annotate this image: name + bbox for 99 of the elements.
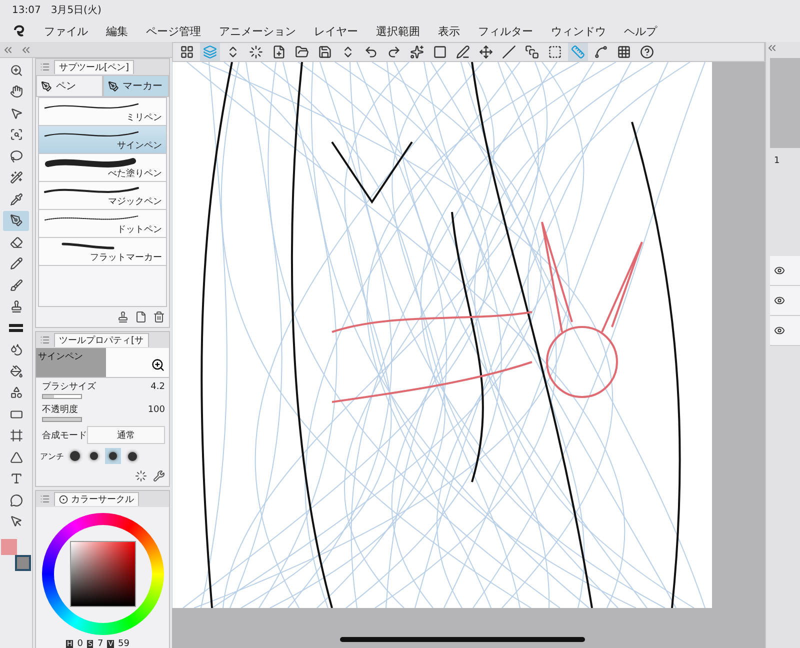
select-tool-icon [10, 128, 22, 142]
menu-item[interactable]: ファイル [44, 24, 88, 38]
panel-tab[interactable]: ツールプロパティ[サ [54, 333, 149, 347]
pen-tool-icon [10, 214, 22, 228]
layer-row[interactable] [770, 286, 800, 316]
lasso-tool-icon [10, 150, 22, 163]
dashed-icon [548, 45, 562, 59]
property-value[interactable]: 4.2 [150, 382, 165, 392]
panel-menu-icon[interactable] [40, 494, 50, 504]
slash-icon [502, 45, 516, 59]
brush-name: マジックペン [108, 196, 162, 208]
menu-item[interactable]: レイヤー [314, 24, 358, 38]
frame-icon [433, 45, 447, 59]
property-label: ブラシサイズ [42, 380, 96, 393]
brush-row[interactable]: サインペン [39, 126, 166, 154]
help-icon [640, 45, 654, 59]
redo-icon [387, 45, 401, 59]
hsv-value: 59 [118, 639, 130, 648]
pen-icon [41, 80, 52, 92]
eye-icon[interactable] [774, 265, 785, 276]
brush-stroke-preview [62, 242, 114, 250]
hsv-value: 7 [97, 639, 104, 648]
antialias-label: アンチ [40, 450, 64, 462]
loading-icon[interactable] [135, 470, 147, 482]
save-icon [318, 45, 332, 59]
hsv-value: 0 [77, 639, 83, 648]
menu-item[interactable]: アニメーション [219, 24, 296, 38]
main-color-swatch[interactable] [1, 539, 17, 555]
blend-mode-dropdown[interactable]: 通常 [87, 426, 165, 444]
menu-item[interactable]: 編集 [106, 24, 128, 38]
antialias-option[interactable] [105, 448, 121, 464]
slider-track[interactable] [42, 394, 82, 399]
menu-item[interactable]: 選択範囲 [376, 24, 420, 38]
property-value[interactable]: 100 [148, 404, 165, 414]
open-icon [295, 45, 309, 59]
brush-name: ドットペン [117, 224, 162, 236]
subtool-tab[interactable]: ペン [36, 75, 102, 97]
layer-row[interactable] [770, 316, 800, 346]
brush-name: ミリペン [126, 112, 162, 124]
wand-tool-icon [10, 171, 22, 184]
wrench-icon[interactable] [153, 470, 165, 482]
brush-row[interactable]: ミリペン [39, 98, 166, 126]
pen-icon [108, 80, 118, 92]
zoom-tool-icon [10, 64, 22, 77]
sub-color-swatch[interactable] [15, 555, 31, 571]
brush-row[interactable]: マジックペン [39, 182, 166, 210]
pointer-tool-icon [10, 515, 22, 528]
brush-name: フラットマーカー [90, 252, 162, 264]
brush-row[interactable]: ドットペン [39, 210, 166, 238]
balloon-tool-icon [10, 494, 22, 507]
ruler-icon [571, 45, 585, 59]
frame-label: 1 [773, 155, 781, 166]
new-icon [272, 45, 286, 59]
pencil-tool-icon [10, 257, 22, 270]
text-tool-icon [10, 472, 22, 486]
panel-tab[interactable]: カラーサークル [54, 492, 139, 506]
app-logo-icon[interactable] [12, 24, 26, 38]
pen-icon [456, 45, 470, 59]
brush-name: べた塗りペン [108, 168, 162, 180]
status-date: 3月5日(火) [50, 4, 102, 17]
panel-menu-icon[interactable] [40, 335, 50, 345]
transform-icon [479, 45, 493, 59]
rect-tool-icon [10, 408, 22, 421]
curve-icon [594, 45, 608, 59]
brush-name: サインペン [117, 140, 162, 152]
panel-tab[interactable]: サブツール[ペン] [54, 60, 134, 74]
zoom-icon[interactable] [151, 358, 165, 372]
grid-icon [180, 45, 194, 59]
color-wheel-icon [59, 495, 68, 504]
eye-icon[interactable] [774, 325, 785, 336]
brush-preview-label: サインペン [36, 348, 106, 377]
eraser-tool-icon [10, 236, 22, 249]
brush-row[interactable]: べた塗りペン [39, 154, 166, 182]
property-label: 不透明度 [42, 404, 78, 416]
dropper-tool-icon [10, 192, 22, 206]
undo-icon [364, 45, 378, 59]
brush-tool-icon [10, 278, 22, 292]
snapgrid-icon [617, 45, 631, 59]
trash-icon[interactable] [153, 311, 165, 323]
bucket-tool-icon [10, 364, 22, 378]
new-page-icon[interactable] [135, 311, 147, 323]
menu-item[interactable]: 表示 [438, 24, 460, 38]
eye-icon[interactable] [774, 295, 785, 306]
menu-item[interactable]: フィルター [478, 24, 533, 38]
blend-mode-label: 合成モード [42, 430, 87, 442]
move-tool-icon [10, 106, 22, 120]
subtool-tab[interactable]: マーカー [102, 75, 169, 97]
droplet-tool-icon [10, 343, 22, 356]
saturation-value-square[interactable] [70, 541, 136, 607]
menu-item[interactable]: ヘルプ [624, 24, 657, 38]
hand-tool-icon [10, 85, 22, 98]
collapse-icon[interactable] [766, 42, 778, 54]
layer-row[interactable] [770, 256, 800, 286]
panel-menu-icon[interactable] [40, 62, 50, 72]
tool-button[interactable] [3, 210, 29, 231]
menu-item[interactable]: ウィンドウ [551, 24, 606, 38]
brush-row[interactable]: フラットマーカー [39, 238, 166, 266]
menu-item[interactable]: ページ管理 [146, 24, 201, 38]
status-time: 13:07 [12, 4, 41, 16]
